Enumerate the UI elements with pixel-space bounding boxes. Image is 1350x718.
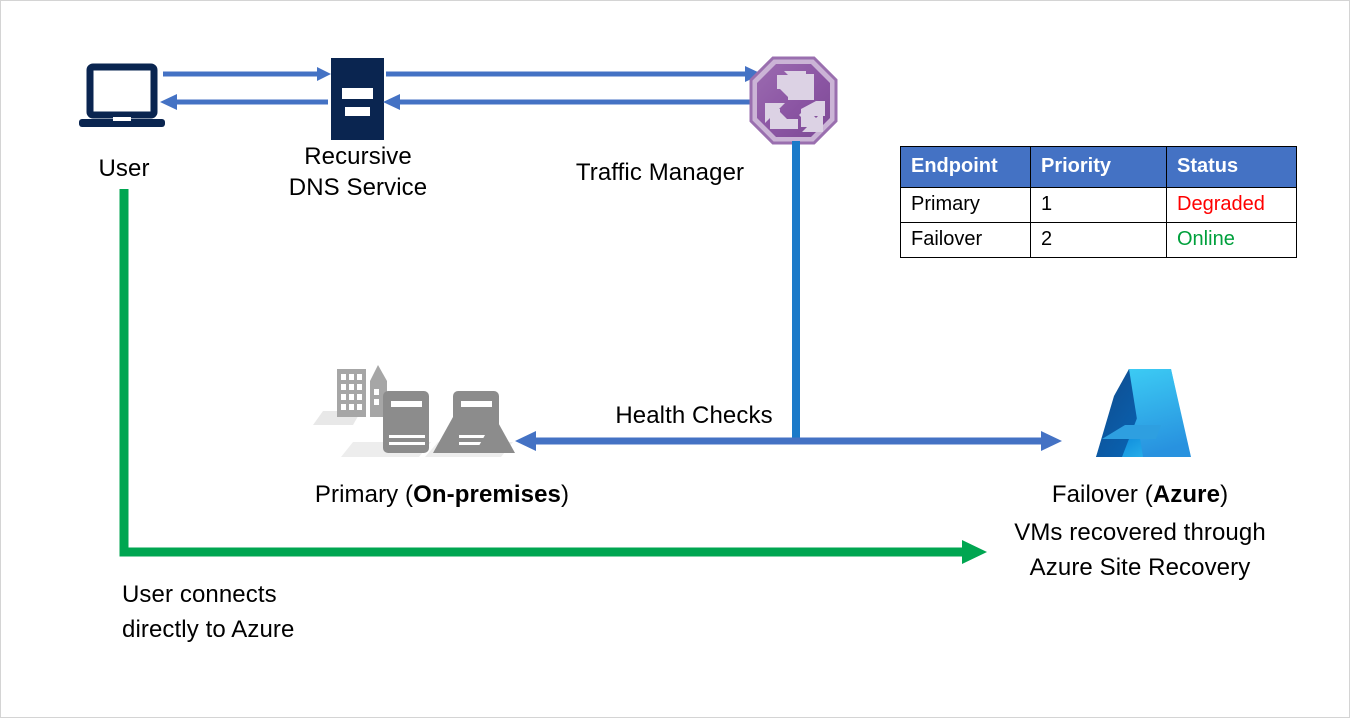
failover-label-bold: Azure bbox=[1152, 481, 1221, 508]
endpoint-status-table: Endpoint Priority Status Primary 1 Degra… bbox=[900, 146, 1297, 258]
primary-label-suffix: ) bbox=[560, 481, 570, 508]
laptop-icon bbox=[79, 63, 165, 127]
cell-endpoint-failover: Failover bbox=[900, 222, 1031, 258]
user-note-line2: directly to Azure bbox=[122, 616, 295, 643]
cell-priority-failover: 2 bbox=[1030, 222, 1167, 258]
arrow-traffic-manager-to-dns bbox=[383, 94, 763, 110]
table-header-row: Endpoint Priority Status bbox=[900, 146, 1297, 188]
primary-label-prefix: Primary ( bbox=[314, 481, 414, 508]
traffic-manager-label: Traffic Manager bbox=[575, 159, 745, 186]
diagram-vector-layer bbox=[79, 56, 1191, 564]
arrow-dns-to-user bbox=[160, 94, 328, 110]
cell-priority-primary: 1 bbox=[1030, 187, 1167, 223]
table-row: Failover 2 Online bbox=[900, 222, 1297, 258]
table-header-priority: Priority bbox=[1030, 146, 1167, 188]
status-badge-failover: Online bbox=[1166, 222, 1297, 258]
failover-label-prefix: Failover ( bbox=[1051, 481, 1153, 508]
primary-label-bold: On-premises bbox=[413, 481, 561, 508]
cell-endpoint-primary: Primary bbox=[900, 187, 1031, 223]
on-premises-datacenter-icon bbox=[313, 365, 515, 457]
health-checks-arrow bbox=[515, 431, 1062, 451]
dns-label-line1: Recursive bbox=[304, 143, 412, 170]
arrow-user-to-dns bbox=[163, 67, 331, 81]
arrow-dns-to-traffic-manager bbox=[386, 66, 762, 82]
failover-label-line3: Azure Site Recovery bbox=[1029, 554, 1251, 581]
user-note-line1: User connects bbox=[122, 581, 277, 608]
table-header-endpoint: Endpoint bbox=[900, 146, 1031, 188]
user-label: User bbox=[98, 155, 150, 182]
failover-label-line2: VMs recovered through bbox=[1014, 519, 1266, 546]
health-checks-label: Health Checks bbox=[615, 402, 773, 429]
dns-server-icon bbox=[331, 58, 384, 140]
dns-label-line2: DNS Service bbox=[288, 174, 428, 201]
primary-label: Primary (On-premises) bbox=[315, 479, 569, 510]
traffic-manager-icon bbox=[749, 56, 838, 145]
status-badge-primary: Degraded bbox=[1166, 187, 1297, 223]
azure-logo-icon bbox=[1096, 369, 1191, 457]
table-header-status: Status bbox=[1166, 146, 1297, 188]
failover-label-suffix: ) bbox=[1220, 481, 1229, 508]
table-row: Primary 1 Degraded bbox=[900, 187, 1297, 223]
failover-label: Failover (Azure) bbox=[1052, 479, 1228, 510]
diagram-canvas: User Recursive DNS Service Traffic Manag… bbox=[0, 0, 1350, 718]
